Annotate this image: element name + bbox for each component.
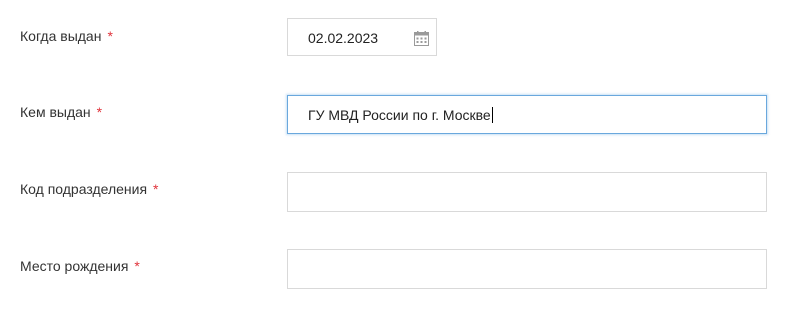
issue-date-input[interactable]: 02.02.2023 — [287, 18, 437, 56]
issue-date-label-text: Когда выдан — [20, 28, 102, 44]
calendar-icon[interactable] — [414, 31, 429, 46]
birth-place-input[interactable] — [287, 249, 767, 289]
birth-place-label-text: Место рождения — [20, 258, 129, 274]
required-mark: * — [134, 258, 140, 274]
issued-by-value-wrap: ГУ МВД России по г. Москве — [308, 106, 493, 124]
issued-by-row: Кем выдан * ГУ МВД России по г. Москве — [0, 95, 790, 137]
required-mark: * — [96, 104, 103, 120]
issued-by-label-text: Кем выдан — [20, 104, 91, 120]
issue-date-row: Когда выдан * 02.02.2023 — [0, 18, 790, 60]
division-code-input[interactable] — [287, 172, 767, 212]
passport-details-form: Когда выдан* 02.02.2023 Кем выдан* ГУ — [0, 0, 790, 328]
birth-place-row: Место рождения * — [0, 249, 790, 291]
division-code-label: Код подразделения * — [20, 180, 158, 198]
required-mark: * — [107, 28, 113, 44]
issued-by-label: Кем выдан * — [20, 103, 102, 121]
issue-date-value: 02.02.2023 — [308, 30, 379, 46]
division-code-row: Код подразделения * — [0, 172, 790, 214]
issue-date-label: Когда выдан * — [20, 27, 113, 45]
text-caret — [491, 107, 493, 123]
division-code-label-text: Код подразделения — [20, 181, 148, 197]
birth-place-label: Место рождения * — [20, 257, 140, 275]
issued-by-value: ГУ МВД России по г. Москве — [308, 107, 491, 123]
required-mark: * — [153, 181, 159, 197]
issued-by-input[interactable]: ГУ МВД России по г. Москве — [287, 95, 767, 134]
